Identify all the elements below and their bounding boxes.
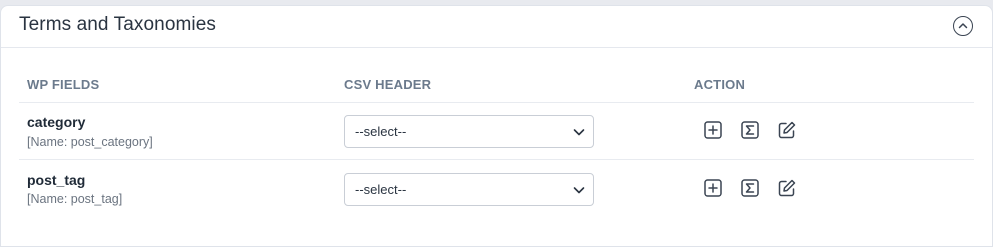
csv-header-select-post-tag[interactable]: --select-- [344,173,594,206]
column-header-action: ACTION [694,77,746,92]
chevron-down-icon [573,187,585,194]
add-icon[interactable] [703,120,723,140]
field-name-category: category [27,114,86,130]
sigma-icon[interactable] [740,178,760,198]
collapse-toggle-button[interactable] [953,16,973,36]
row-divider [19,102,974,103]
chevron-up-icon [958,23,968,29]
add-icon[interactable] [703,178,723,198]
sigma-icon[interactable] [740,120,760,140]
terms-taxonomies-panel: Terms and Taxonomies WP FIELDS CSV HEADE… [0,5,993,247]
select-value: --select-- [355,124,407,139]
field-name-post-tag: post_tag [27,172,86,188]
edit-icon[interactable] [777,178,797,198]
csv-header-select-category[interactable]: --select-- [344,115,594,148]
field-name-hint: [Name: post_tag] [27,192,123,206]
edit-icon[interactable] [777,120,797,140]
field-name-hint: [Name: post_category] [27,135,153,149]
row-divider [19,159,974,160]
select-value: --select-- [355,182,407,197]
chevron-down-icon [573,129,585,136]
column-header-wp-fields: WP FIELDS [27,77,100,92]
column-header-csv-header: CSV HEADER [344,77,432,92]
panel-title: Terms and Taxonomies [19,14,217,35]
panel-header[interactable]: Terms and Taxonomies [1,6,992,48]
